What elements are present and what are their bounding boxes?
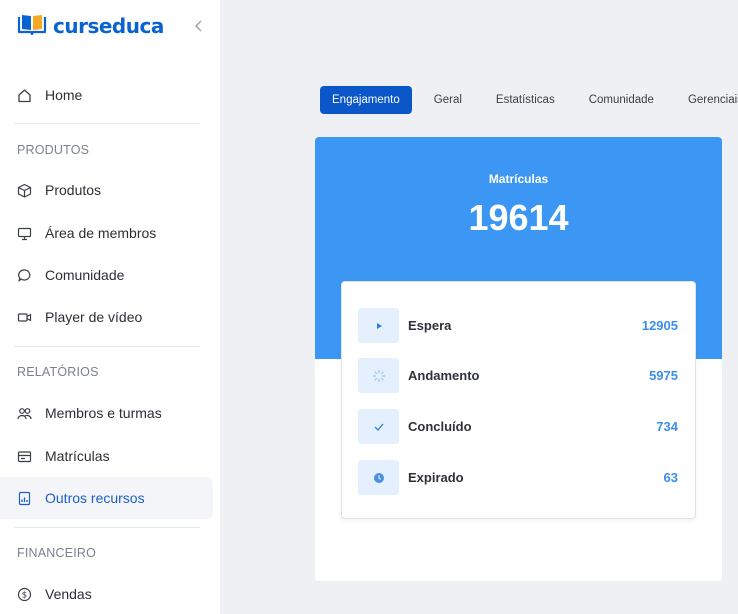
sidebar-item-player-de-video[interactable]: Player de vídeo — [0, 296, 213, 338]
status-row-concluido: Concluído 734 — [358, 409, 678, 444]
sidebar: curseduca Home PRODUTOS Produtos Área de… — [0, 0, 220, 614]
play-icon — [358, 308, 399, 343]
sidebar-item-home[interactable]: Home — [0, 74, 213, 116]
sidebar-item-comunidade[interactable]: Comunidade — [0, 254, 213, 296]
status-label: Andamento — [408, 368, 480, 383]
sidebar-item-produtos[interactable]: Produtos — [0, 169, 213, 211]
card-title: Matrículas — [488, 172, 549, 186]
box-icon — [17, 183, 32, 198]
sidebar-item-area-de-membros[interactable]: Área de membros — [0, 212, 213, 254]
dollar-icon: $ — [17, 587, 32, 602]
status-row-expirado: Expirado 63 — [358, 460, 678, 495]
users-icon — [17, 406, 32, 421]
book-logo-icon — [17, 12, 47, 41]
brand-name: curseduca — [53, 14, 164, 38]
divider — [14, 527, 200, 528]
video-icon — [17, 310, 32, 325]
tab-comunidade[interactable]: Comunidade — [577, 86, 666, 114]
sidebar-item-label: Outros recursos — [45, 490, 145, 506]
sidebar-item-vendas[interactable]: $ Vendas — [0, 573, 213, 614]
sidebar-item-label: Comunidade — [45, 267, 125, 283]
home-icon — [17, 88, 32, 103]
chevron-left-icon — [195, 20, 202, 32]
tab-gerenciais[interactable]: Gerenciais — [676, 86, 738, 114]
monitor-icon — [17, 226, 32, 241]
sidebar-item-label: Home — [45, 87, 83, 103]
status-value: 734 — [656, 419, 678, 434]
status-label: Expirado — [408, 470, 464, 485]
sidebar-item-membros-e-turmas[interactable]: Membros e turmas — [0, 392, 213, 434]
clock-icon — [358, 460, 399, 495]
sidebar-item-label: Área de membros — [45, 225, 157, 241]
section-title-relatorios: RELATÓRIOS — [17, 365, 99, 379]
loading-icon — [358, 358, 399, 393]
collapse-sidebar-button[interactable] — [190, 16, 208, 36]
status-label: Concluído — [408, 419, 472, 434]
sidebar-item-outros-recursos[interactable]: Outros recursos — [0, 477, 213, 519]
status-value: 5975 — [649, 368, 678, 383]
svg-text:$: $ — [22, 590, 27, 600]
tab-geral[interactable]: Geral — [422, 86, 474, 114]
chat-icon — [17, 268, 32, 283]
tab-engajamento[interactable]: Engajamento — [320, 86, 412, 114]
status-row-espera: Espera 12905 — [358, 308, 678, 343]
divider — [14, 123, 200, 124]
tab-estatisticas[interactable]: Estatísticas — [484, 86, 567, 114]
sidebar-item-label: Player de vídeo — [45, 309, 143, 325]
sidebar-item-label: Membros e turmas — [45, 405, 162, 421]
status-row-andamento: Andamento 5975 — [358, 358, 678, 393]
sidebar-item-label: Matrículas — [45, 448, 110, 464]
status-value: 63 — [663, 470, 678, 485]
check-icon — [358, 409, 399, 444]
sidebar-item-label: Vendas — [45, 586, 92, 602]
section-title-financeiro: FINANCEIRO — [17, 546, 97, 560]
section-title-produtos: PRODUTOS — [17, 143, 90, 157]
logo[interactable]: curseduca — [17, 12, 164, 40]
divider — [14, 346, 200, 347]
status-label: Espera — [408, 318, 452, 333]
sidebar-item-label: Produtos — [45, 182, 102, 198]
status-panel: Espera 12905 Andamento 5975 Concluído 73… — [341, 281, 696, 519]
report-tabs: Engajamento Geral Estatísticas Comunidad… — [320, 86, 738, 114]
report-icon — [17, 491, 32, 506]
enrollments-total: 19614 — [468, 197, 569, 238]
enrollment-icon — [17, 449, 32, 464]
status-value: 12905 — [641, 318, 678, 333]
sidebar-item-matriculas[interactable]: Matrículas — [0, 435, 213, 477]
